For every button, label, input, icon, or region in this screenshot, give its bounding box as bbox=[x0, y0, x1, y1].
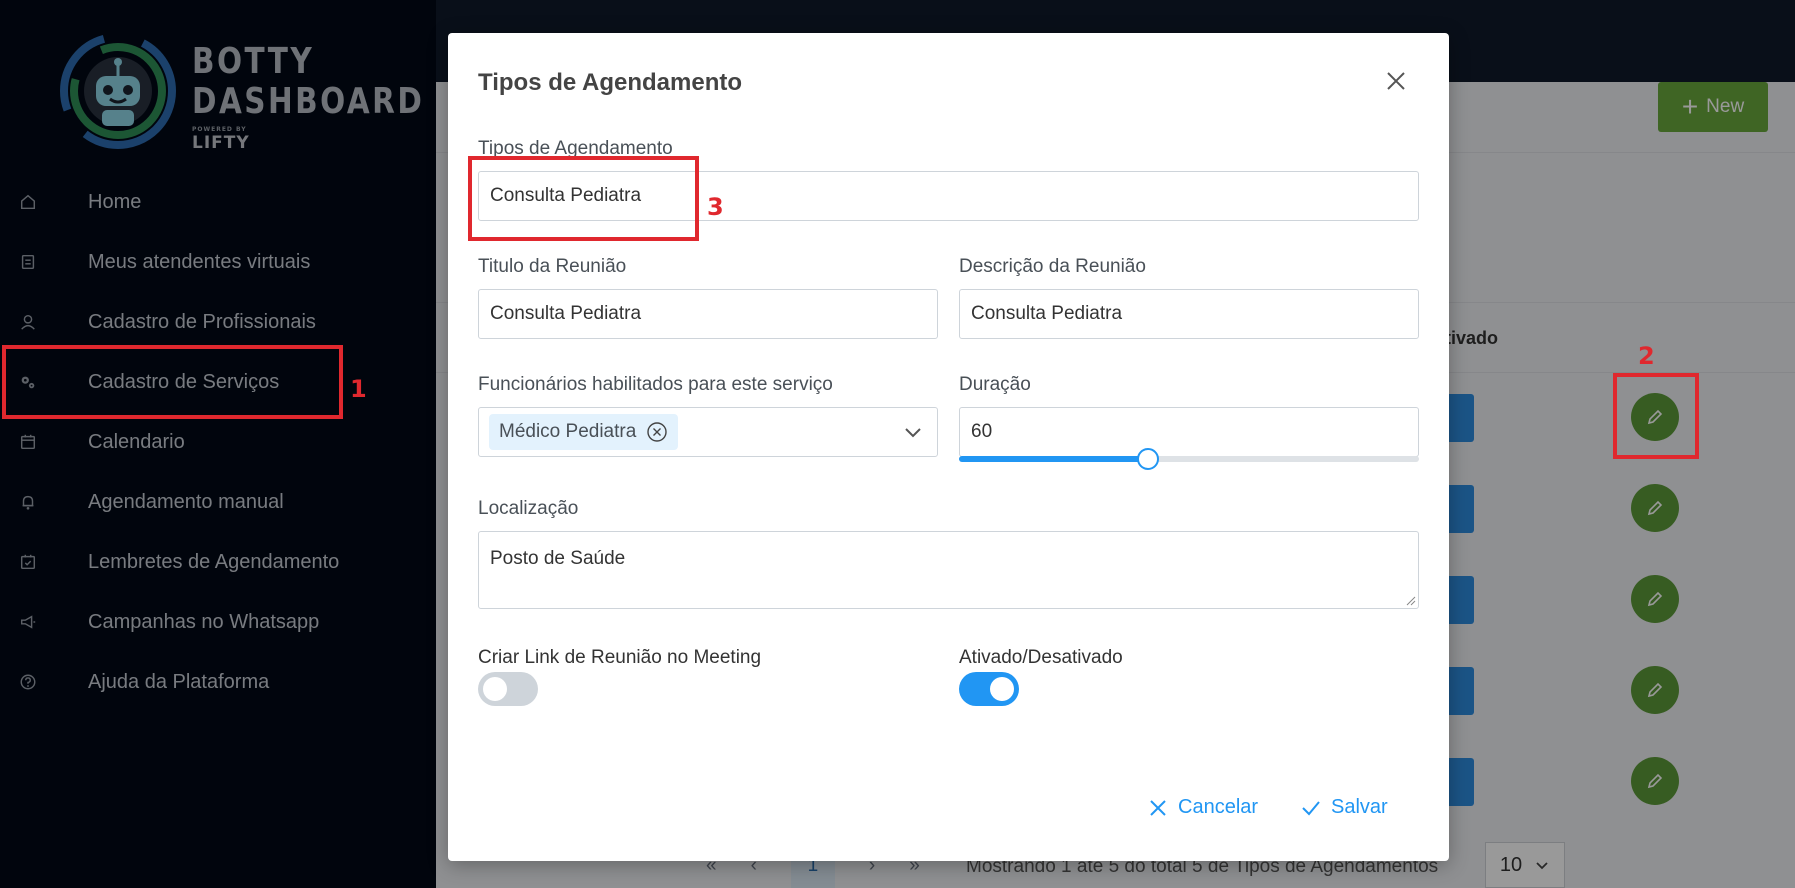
remove-circle-icon[interactable] bbox=[646, 421, 668, 443]
slider-handle[interactable] bbox=[1136, 448, 1159, 470]
chevron-down-icon[interactable] bbox=[903, 422, 923, 442]
selected-chip: Médico Pediatra bbox=[489, 414, 679, 450]
annotation-box-1 bbox=[2, 345, 343, 419]
ativado-toggle[interactable] bbox=[959, 672, 1019, 706]
duracao-input[interactable]: 60 bbox=[959, 407, 1419, 457]
chip-label: Médico Pediatra bbox=[499, 421, 637, 442]
annotation-box-3 bbox=[468, 156, 699, 241]
close-icon bbox=[1150, 799, 1166, 816]
ativado-label: Ativado/Desativado bbox=[959, 647, 1123, 668]
descricao-input[interactable]: Consulta Pediatra bbox=[959, 289, 1419, 339]
save-button[interactable]: Salvar bbox=[1301, 796, 1388, 819]
localizacao-textarea[interactable]: Posto de Saúde bbox=[478, 531, 1419, 609]
link-meeting-toggle[interactable] bbox=[478, 672, 538, 706]
resize-grip-icon[interactable] bbox=[1406, 596, 1416, 606]
cancel-button-label: Cancelar bbox=[1178, 796, 1259, 818]
titulo-label: Titulo da Reunião bbox=[478, 256, 627, 277]
descricao-label: Descrição da Reunião bbox=[959, 256, 1146, 277]
link-meeting-label: Criar Link de Reunião no Meeting bbox=[478, 647, 762, 668]
check-icon bbox=[1302, 800, 1320, 815]
annotation-box-2 bbox=[1613, 373, 1699, 459]
annotation-number-1: 1 bbox=[350, 375, 367, 403]
slider-fill bbox=[959, 456, 1148, 462]
save-button-label: Salvar bbox=[1331, 796, 1388, 818]
titulo-input[interactable]: Consulta Pediatra bbox=[478, 289, 938, 339]
duracao-slider[interactable] bbox=[959, 448, 1419, 470]
toggle-knob bbox=[990, 677, 1014, 701]
funcionarios-multiselect[interactable]: Médico Pediatra bbox=[478, 407, 938, 457]
toggle-knob bbox=[483, 677, 507, 701]
funcionarios-label: Funcionários habilitados para este servi… bbox=[478, 374, 833, 395]
localizacao-value: Posto de Saúde bbox=[490, 548, 626, 569]
localizacao-label: Localização bbox=[478, 498, 579, 519]
close-icon[interactable] bbox=[1384, 69, 1408, 93]
dialog-title: Tipos de Agendamento bbox=[478, 69, 743, 96]
duracao-label: Duração bbox=[959, 374, 1031, 395]
annotation-number-3: 3 bbox=[707, 193, 724, 221]
annotation-number-2: 2 bbox=[1638, 342, 1655, 370]
cancel-button[interactable]: Cancelar bbox=[1148, 796, 1258, 819]
